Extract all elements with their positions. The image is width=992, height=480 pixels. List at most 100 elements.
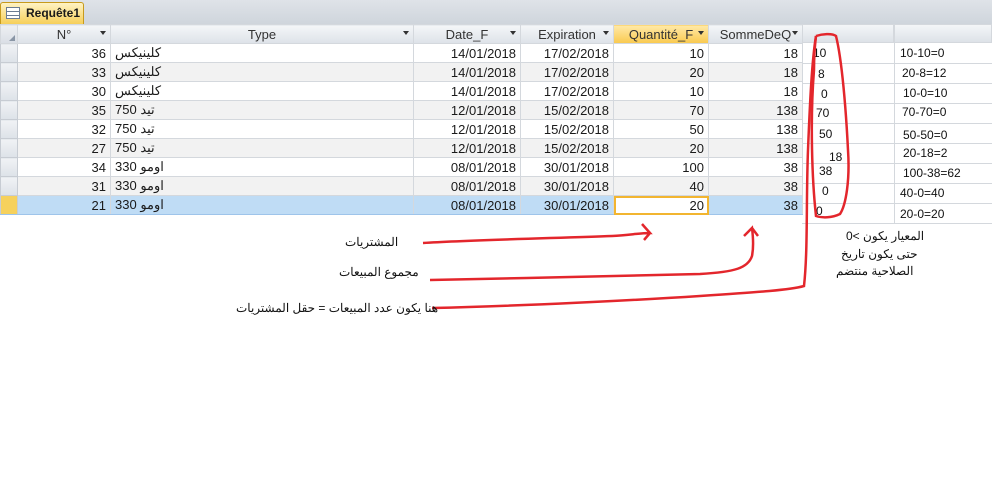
table-cell[interactable]: 38 [708, 176, 803, 196]
column-header-expiration[interactable]: Expiration [520, 24, 614, 44]
row-selector[interactable] [0, 119, 18, 139]
table-cell[interactable]: 21 [17, 195, 111, 215]
table-cell[interactable]: 30/01/2018 [520, 195, 614, 215]
table-cell[interactable]: 14/01/2018 [413, 62, 521, 82]
table-cell[interactable]: 20 [613, 195, 709, 215]
table-cell[interactable]: 138 [708, 119, 803, 139]
table-cell[interactable]: 17/02/2018 [520, 43, 614, 63]
table-cell[interactable]: 12/01/2018 [413, 100, 521, 120]
table-cell[interactable]: 12/01/2018 [413, 138, 521, 158]
table-cell[interactable]: 18 [708, 81, 803, 101]
table-cell[interactable]: 35 [17, 100, 111, 120]
gridline [802, 223, 992, 224]
column-header-label: Expiration [538, 26, 596, 42]
select-all-corner[interactable] [0, 24, 18, 44]
table-cell[interactable]: 14/01/2018 [413, 81, 521, 101]
note-sales-total: مجموع المبيعات [339, 265, 419, 279]
table-cell[interactable]: 10 [613, 43, 709, 63]
chevron-down-icon[interactable] [603, 31, 609, 35]
table-cell[interactable]: 12/01/2018 [413, 119, 521, 139]
table-cell[interactable]: 18 [708, 43, 803, 63]
table-cell[interactable]: تيد 750 [110, 138, 414, 158]
table-cell[interactable]: 20 [613, 62, 709, 82]
table-row[interactable]: 21 اومو 330 08/01/2018 30/01/2018 20 38 [0, 195, 803, 215]
table-cell[interactable]: كلينيكس [110, 43, 414, 63]
table-cell[interactable]: 70 [613, 100, 709, 120]
chevron-down-icon[interactable] [792, 31, 798, 35]
table-cell[interactable]: 15/02/2018 [520, 100, 614, 120]
table-row[interactable]: 33 كلينيكس 14/01/2018 17/02/2018 20 18 [0, 62, 803, 82]
table-cell[interactable]: كلينيكس [110, 62, 414, 82]
table-row[interactable]: 35 تيد 750 12/01/2018 15/02/2018 70 138 [0, 100, 803, 120]
row-selector[interactable] [0, 43, 18, 63]
pen-enclosure [810, 32, 850, 219]
row-selector[interactable] [0, 176, 18, 196]
table-cell[interactable]: 08/01/2018 [413, 176, 521, 196]
row-selector[interactable] [0, 157, 18, 177]
table-cell[interactable]: 36 [17, 43, 111, 63]
table-cell[interactable]: 20 [613, 138, 709, 158]
table-row[interactable]: 30 كلينيكس 14/01/2018 17/02/2018 10 18 [0, 81, 803, 101]
table-cell[interactable]: 38 [708, 157, 803, 177]
column-header-quantite[interactable]: Quantité_F [613, 24, 709, 44]
datasheet-body: 36 كلينيكس 14/01/2018 17/02/2018 10 18 33 كليني… [0, 43, 803, 215]
table-cell[interactable]: 38 [708, 195, 803, 215]
table-cell[interactable]: 30 [17, 81, 111, 101]
table-cell[interactable]: كلينيكس [110, 81, 414, 101]
column-header-label: Type [247, 26, 277, 42]
table-cell[interactable]: 50 [613, 119, 709, 139]
table-cell[interactable]: اومو 330 [110, 195, 414, 215]
table-row[interactable]: 27 تيد 750 12/01/2018 15/02/2018 20 138 [0, 138, 803, 158]
handwritten-value: 0 [821, 87, 828, 101]
table-cell[interactable]: 17/02/2018 [520, 81, 614, 101]
table-cell[interactable]: 32 [17, 119, 111, 139]
table-cell[interactable]: 15/02/2018 [520, 138, 614, 158]
table-cell[interactable]: 14/01/2018 [413, 43, 521, 63]
calculation-note: 10-0=10 [903, 86, 948, 100]
table-cell[interactable]: 100 [613, 157, 709, 177]
table-cell[interactable]: 138 [708, 100, 803, 120]
table-cell[interactable]: 10 [613, 81, 709, 101]
row-selector[interactable] [0, 138, 18, 158]
table-row[interactable]: 31 اومو 330 08/01/2018 30/01/2018 40 38 [0, 176, 803, 196]
table-cell[interactable]: 18 [708, 62, 803, 82]
row-selector[interactable] [0, 62, 18, 82]
table-cell[interactable]: 34 [17, 157, 111, 177]
chevron-down-icon[interactable] [510, 31, 516, 35]
column-header-label: Date_F [445, 26, 489, 42]
query-datasheet: N° Type Date_F Expiration Quantité_F Som… [0, 24, 803, 215]
table-cell[interactable]: 17/02/2018 [520, 62, 614, 82]
calculation-note: 70-70=0 [902, 105, 947, 119]
table-row[interactable]: 34 اومو 330 08/01/2018 30/01/2018 100 38 [0, 157, 803, 177]
sort-filter-icon[interactable] [403, 31, 409, 35]
table-cell[interactable]: تيد 750 [110, 119, 414, 139]
chevron-down-icon[interactable] [698, 31, 704, 35]
gridline [802, 183, 992, 184]
row-selector[interactable] [0, 195, 18, 215]
handwritten-value: 0 [816, 204, 823, 218]
table-cell[interactable]: 31 [17, 176, 111, 196]
table-cell[interactable]: 08/01/2018 [413, 157, 521, 177]
table-cell[interactable]: 30/01/2018 [520, 157, 614, 177]
column-header-somme[interactable]: SommeDeQ [708, 24, 803, 44]
table-cell[interactable]: 40 [613, 176, 709, 196]
row-selector[interactable] [0, 81, 18, 101]
table-cell[interactable]: اومو 330 [110, 176, 414, 196]
column-header-date[interactable]: Date_F [413, 24, 521, 44]
table-cell[interactable]: تيد 750 [110, 100, 414, 120]
chevron-down-icon[interactable] [100, 31, 106, 35]
table-cell[interactable]: 138 [708, 138, 803, 158]
column-header-label: Quantité_F [628, 26, 694, 42]
table-cell[interactable]: 08/01/2018 [413, 195, 521, 215]
table-cell[interactable]: اومو 330 [110, 157, 414, 177]
column-header-n[interactable]: N° [17, 24, 111, 44]
row-selector[interactable] [0, 100, 18, 120]
column-header-type[interactable]: Type [110, 24, 414, 44]
table-row[interactable]: 36 كلينيكس 14/01/2018 17/02/2018 10 18 [0, 43, 803, 63]
table-cell[interactable]: 27 [17, 138, 111, 158]
table-cell[interactable]: 33 [17, 62, 111, 82]
table-cell[interactable]: 30/01/2018 [520, 176, 614, 196]
table-cell[interactable]: 15/02/2018 [520, 119, 614, 139]
query-tab[interactable]: Requête1 [0, 2, 84, 24]
table-row[interactable]: 32 تيد 750 12/01/2018 15/02/2018 50 138 [0, 119, 803, 139]
